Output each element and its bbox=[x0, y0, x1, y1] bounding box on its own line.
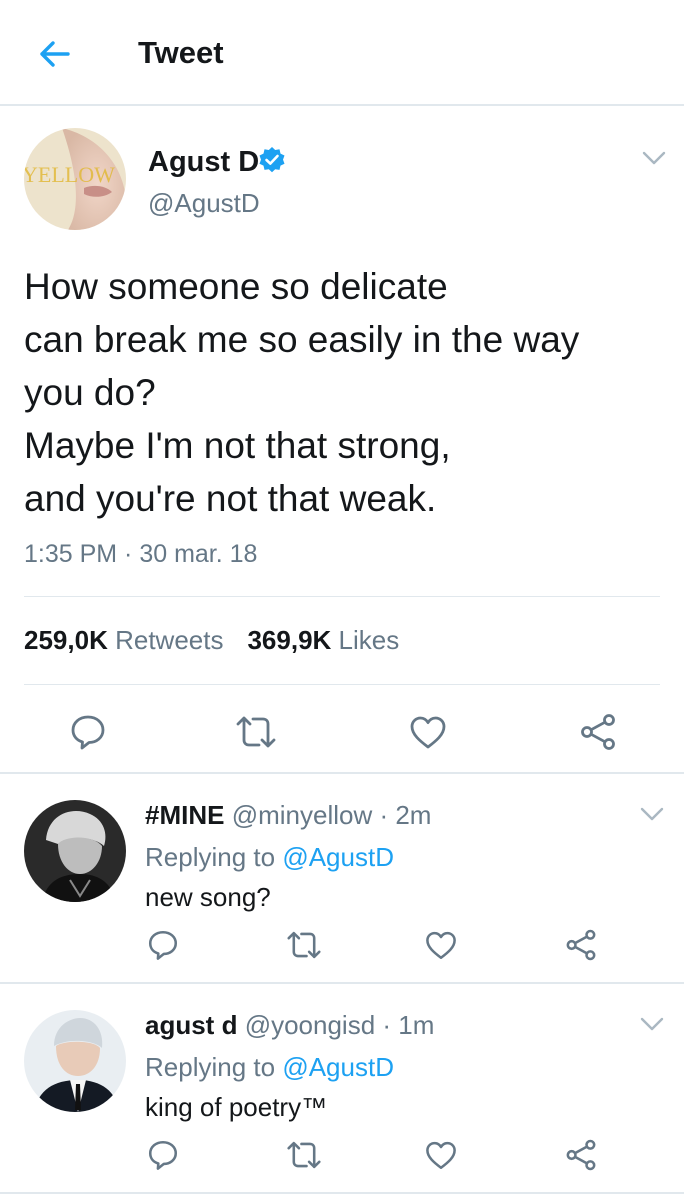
share-icon bbox=[564, 1138, 598, 1172]
reply-header: #MINE @minyellow · 2m bbox=[145, 800, 431, 831]
chevron-down-icon[interactable] bbox=[638, 1014, 666, 1034]
retweet-button[interactable] bbox=[286, 1138, 322, 1172]
reply-button[interactable] bbox=[146, 928, 180, 962]
replying-to: Replying to @AgustD bbox=[145, 842, 394, 873]
share-button[interactable] bbox=[564, 1138, 598, 1172]
avatar[interactable] bbox=[24, 1010, 126, 1112]
tweet-text: How someone so delicate can break me so … bbox=[24, 260, 664, 525]
share-icon bbox=[578, 712, 618, 752]
replying-to-label: Replying to bbox=[145, 1052, 276, 1082]
chevron-down-icon[interactable] bbox=[638, 804, 666, 824]
tweet-text-line: you do? bbox=[24, 372, 156, 413]
tweet-text-line: and you're not that weak. bbox=[24, 478, 437, 519]
verified-badge-icon bbox=[258, 146, 286, 174]
svg-text:YELLOW: YELLOW bbox=[24, 162, 115, 187]
reply-mention-link[interactable]: @AgustD bbox=[282, 1052, 394, 1082]
likes-count: 369,9K bbox=[247, 625, 332, 655]
share-button[interactable] bbox=[564, 928, 598, 962]
share-icon bbox=[564, 928, 598, 962]
like-icon bbox=[424, 1138, 458, 1172]
main-tweet: YELLOW Agust D @AgustD How someone so de… bbox=[0, 108, 684, 774]
reply-author-name[interactable]: #MINE bbox=[145, 800, 224, 830]
reply-button[interactable] bbox=[146, 1138, 180, 1172]
likes-label: Likes bbox=[338, 625, 400, 655]
retweet-icon bbox=[235, 712, 277, 752]
author-name[interactable]: Agust D bbox=[148, 146, 259, 179]
avatar[interactable]: YELLOW bbox=[24, 128, 126, 230]
reply-tweet[interactable]: #MINE @minyellow · 2m Replying to @Agust… bbox=[0, 776, 684, 984]
author-handle[interactable]: @AgustD bbox=[148, 188, 260, 219]
reply-text: king of poetry™ bbox=[145, 1092, 328, 1122]
reply-button[interactable] bbox=[68, 712, 108, 752]
replying-to: Replying to @AgustD bbox=[145, 1052, 394, 1083]
retweet-icon bbox=[286, 928, 322, 962]
like-icon bbox=[424, 928, 458, 962]
reply-tweet[interactable]: agust d @yoongisd · 1m Replying to @Agus… bbox=[0, 986, 684, 1194]
likes-stat[interactable]: 369,9K Likes bbox=[247, 625, 399, 655]
chevron-down-icon[interactable] bbox=[640, 148, 668, 168]
reply-icon bbox=[146, 928, 180, 962]
avatar[interactable] bbox=[24, 800, 126, 902]
retweets-count: 259,0K bbox=[24, 625, 108, 655]
retweets-stat[interactable]: 259,0K Retweets bbox=[24, 625, 223, 655]
retweet-button[interactable] bbox=[235, 712, 277, 752]
like-button[interactable] bbox=[424, 928, 458, 962]
like-button[interactable] bbox=[424, 1138, 458, 1172]
retweet-icon bbox=[286, 1138, 322, 1172]
reply-text: new song? bbox=[145, 882, 271, 912]
divider bbox=[24, 596, 660, 597]
like-icon bbox=[408, 712, 448, 752]
reply-icon bbox=[68, 712, 108, 752]
share-button[interactable] bbox=[578, 712, 618, 752]
divider bbox=[24, 684, 660, 685]
reply-author-name[interactable]: agust d bbox=[145, 1010, 237, 1040]
tweet-timestamp: 1:35 PM · 30 mar. 18 bbox=[24, 540, 258, 568]
back-button[interactable] bbox=[34, 34, 74, 74]
reply-icon bbox=[146, 1138, 180, 1172]
page-title: Tweet bbox=[138, 35, 224, 70]
tweet-text-line: How someone so delicate bbox=[24, 266, 448, 307]
retweets-label: Retweets bbox=[115, 625, 224, 655]
reply-author-handle[interactable]: @yoongisd · 1m bbox=[245, 1010, 435, 1040]
top-bar: Tweet bbox=[0, 0, 684, 106]
tweet-text-line: can break me so easily in the way bbox=[24, 319, 580, 360]
tweet-stats: 259,0K Retweets 369,9K Likes bbox=[24, 625, 399, 656]
tweet-text-line: Maybe I'm not that strong, bbox=[24, 425, 451, 466]
reply-mention-link[interactable]: @AgustD bbox=[282, 842, 394, 872]
arrow-left-icon bbox=[34, 41, 74, 78]
retweet-button[interactable] bbox=[286, 928, 322, 962]
reply-author-handle[interactable]: @minyellow · 2m bbox=[232, 800, 432, 830]
reply-header: agust d @yoongisd · 1m bbox=[145, 1010, 434, 1041]
replying-to-label: Replying to bbox=[145, 842, 276, 872]
like-button[interactable] bbox=[408, 712, 448, 752]
